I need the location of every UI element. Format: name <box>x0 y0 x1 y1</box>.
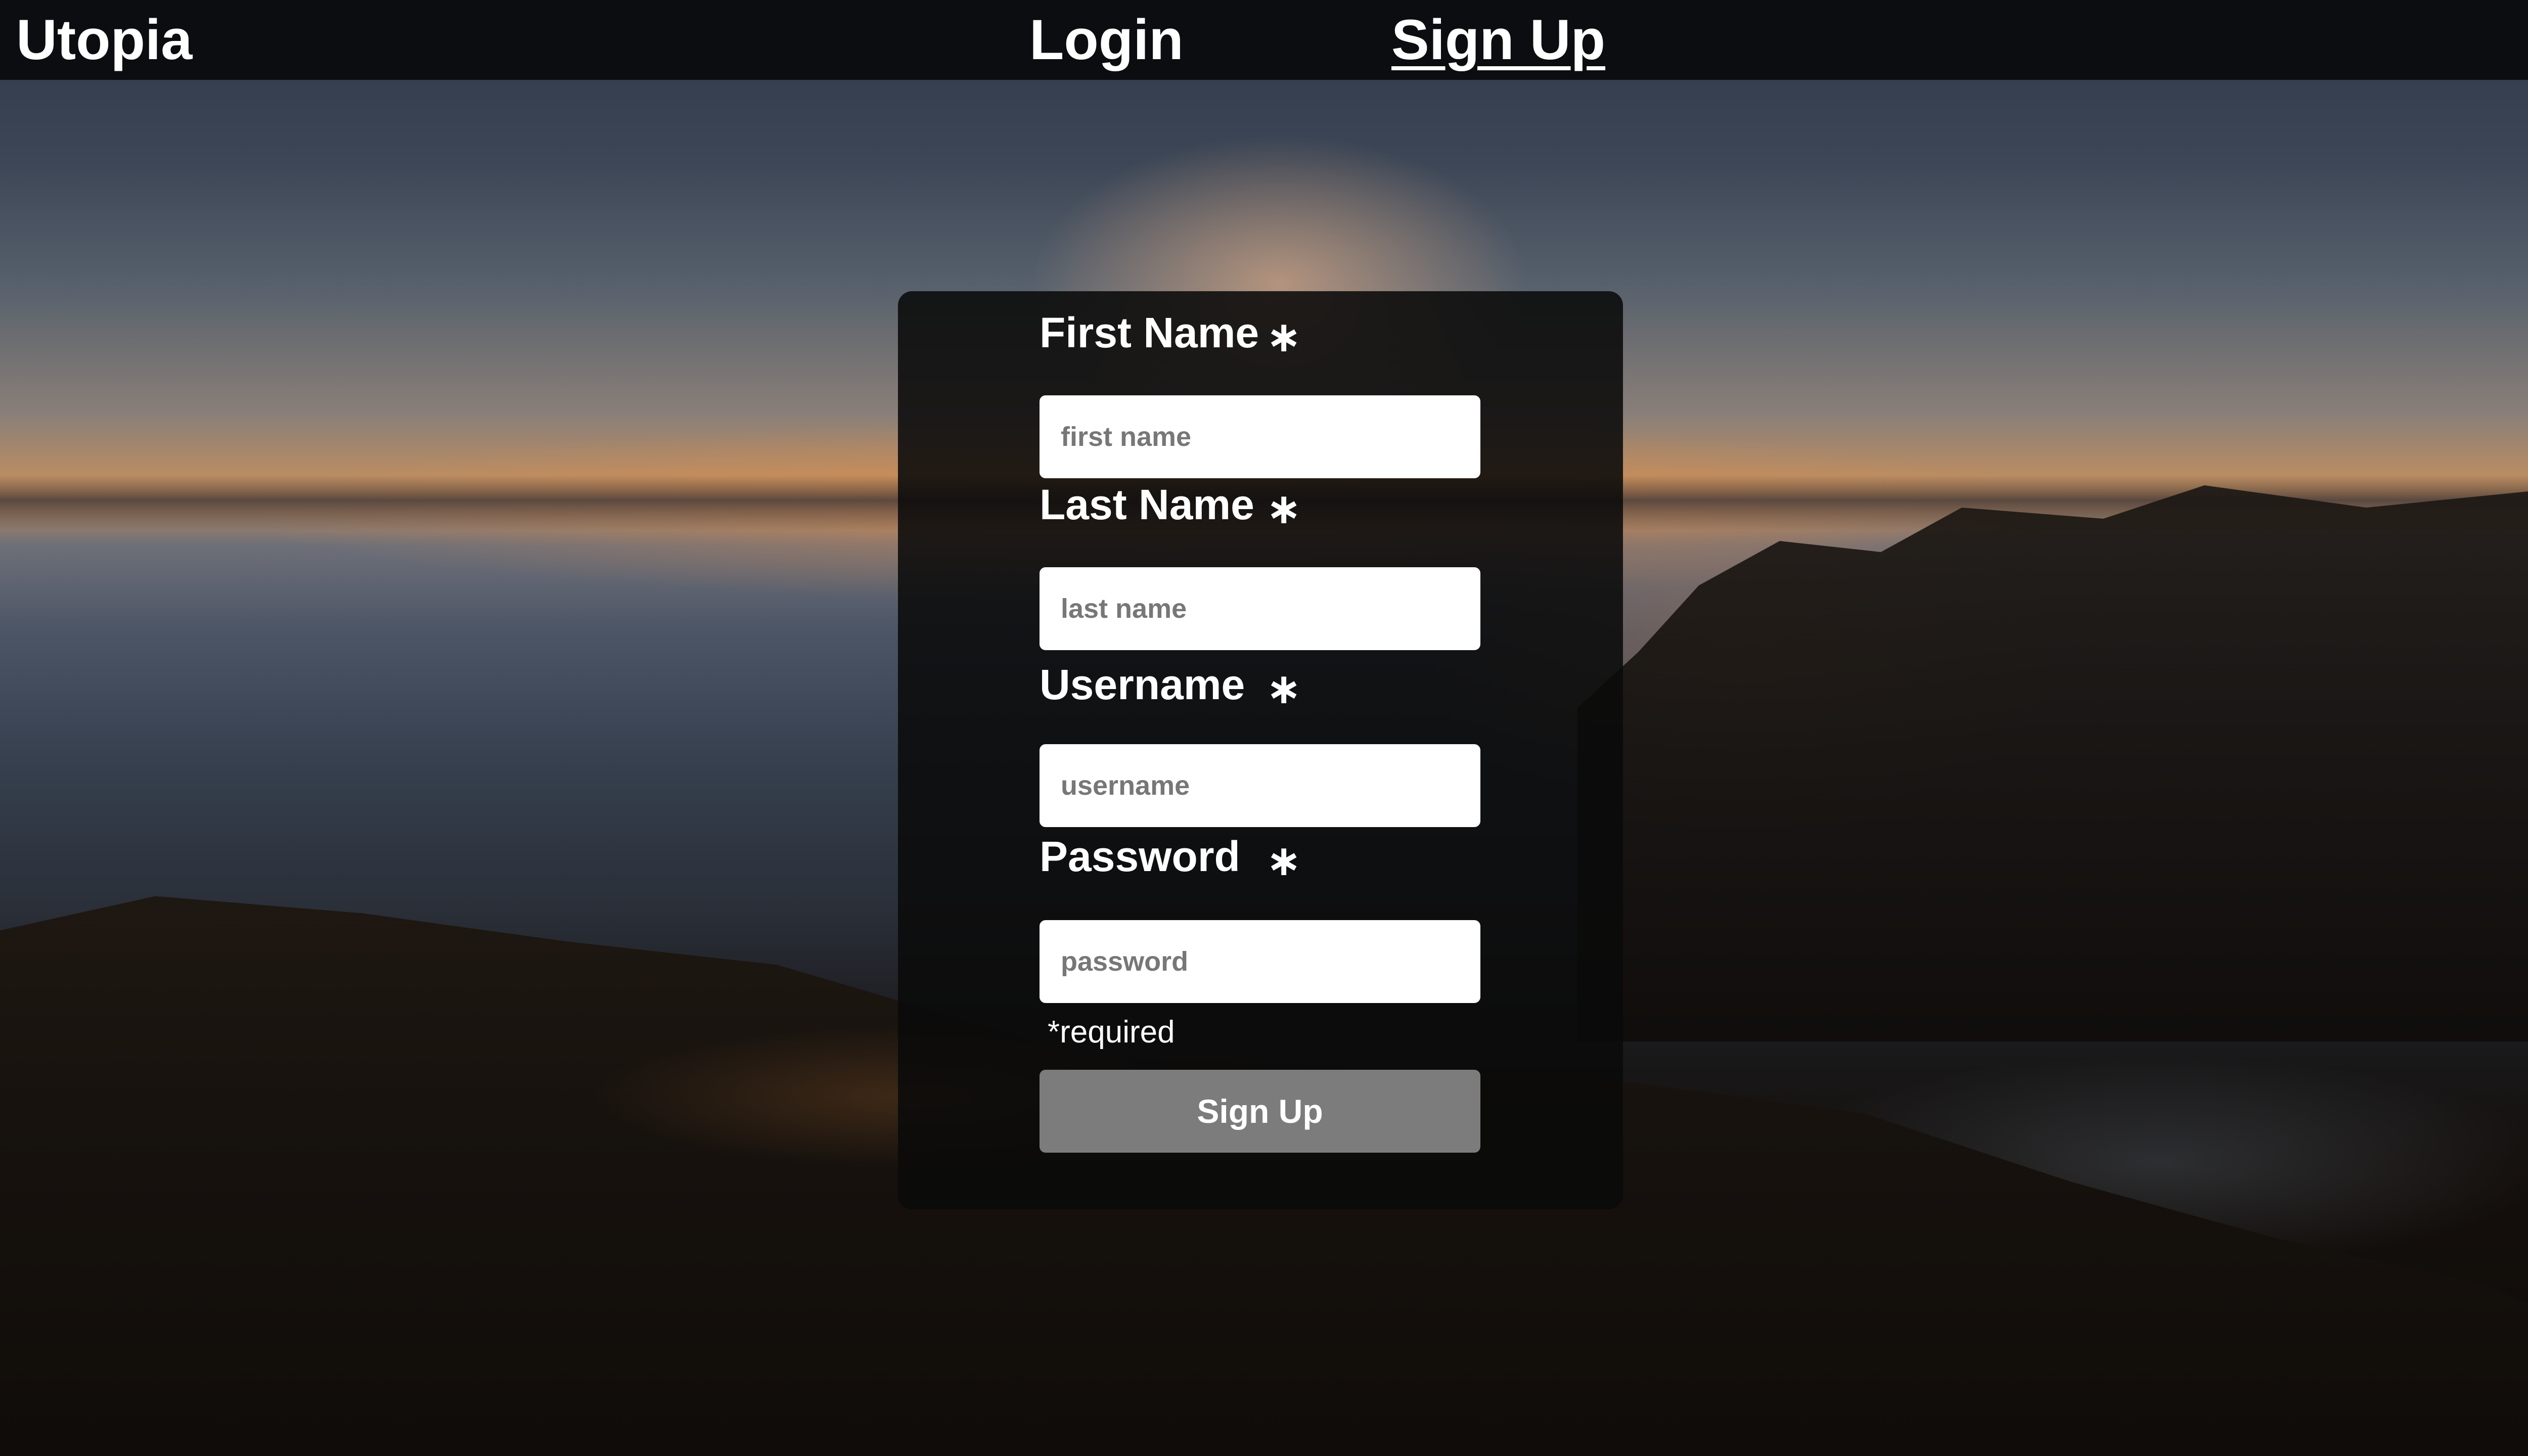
required-fields-note: *required <box>1048 1015 1175 1050</box>
nav-signup-link[interactable]: Sign Up <box>1391 7 1605 73</box>
top-navbar: Utopia Login Sign Up <box>0 0 2528 80</box>
password-required-asterisk: ∗ <box>1266 837 1302 884</box>
last-name-label: Last Name <box>1040 481 1254 528</box>
username-label: Username <box>1040 661 1245 708</box>
last-name-required-asterisk: ∗ <box>1266 485 1302 532</box>
brand-logo-text[interactable]: Utopia <box>16 7 192 73</box>
password-label: Password <box>1040 833 1240 880</box>
signup-form-card: First Name ∗ Last Name ∗ Username ∗ Pass… <box>898 291 1623 1209</box>
last-name-input[interactable] <box>1040 567 1480 650</box>
first-name-input[interactable] <box>1040 395 1480 478</box>
nav-login-link[interactable]: Login <box>1029 7 1184 73</box>
username-input[interactable] <box>1040 744 1480 827</box>
signup-page: Utopia Login Sign Up First Name ∗ Last N… <box>0 0 2528 1456</box>
password-input[interactable] <box>1040 920 1480 1003</box>
first-name-label: First Name <box>1040 309 1259 356</box>
signup-submit-button[interactable]: Sign Up <box>1040 1070 1480 1153</box>
username-required-asterisk: ∗ <box>1266 665 1302 712</box>
first-name-required-asterisk: ∗ <box>1266 313 1302 360</box>
